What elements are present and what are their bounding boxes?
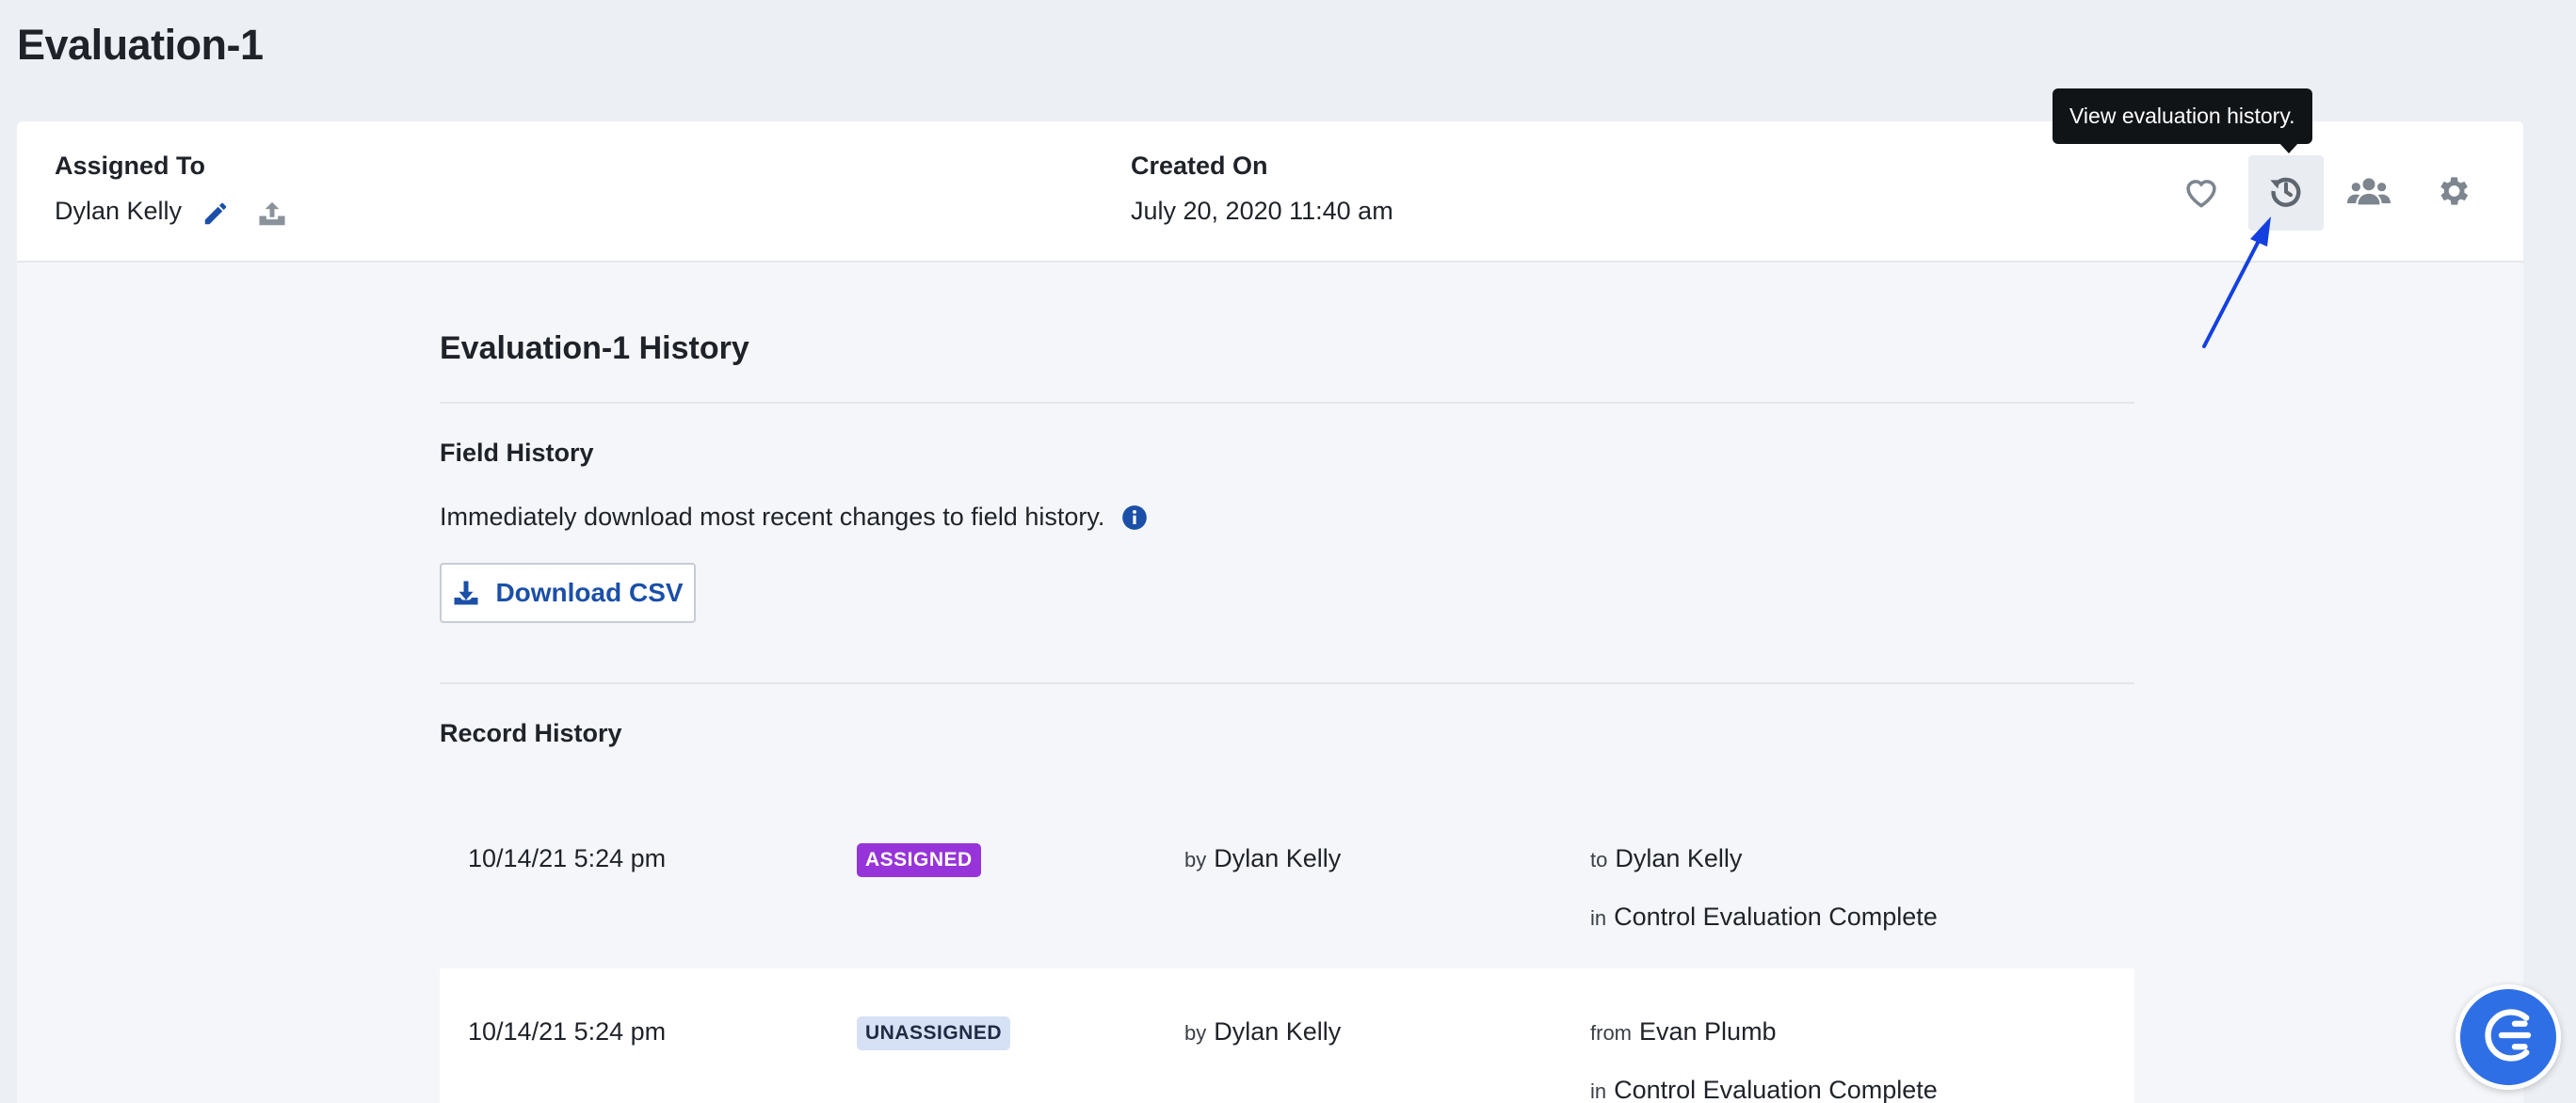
record-target: from Evan Plumb bbox=[1590, 1017, 1777, 1047]
to-prefix: to bbox=[1590, 848, 1608, 871]
divider bbox=[440, 682, 2134, 684]
info-icon[interactable] bbox=[1121, 504, 1148, 531]
history-row: 10/14/21 5:24 pm ASSIGNED by Dylan Kelly … bbox=[440, 795, 2134, 968]
field-history-text: Immediately download most recent changes… bbox=[440, 503, 1105, 531]
field-history-description: Immediately download most recent changes… bbox=[440, 503, 1148, 532]
in-prefix: in bbox=[1590, 1079, 1607, 1103]
by-prefix: by bbox=[1184, 848, 1207, 871]
record-date: 10/14/21 5:24 pm bbox=[468, 1017, 667, 1046]
settings-button[interactable] bbox=[2415, 155, 2490, 231]
location-value: Control Evaluation Complete bbox=[1614, 903, 1938, 931]
created-on-value: July 20, 2020 11:40 am bbox=[1131, 197, 1393, 225]
download-csv-button[interactable]: Download CSV bbox=[440, 563, 696, 623]
assigned-to-label: Assigned To bbox=[55, 152, 206, 180]
record-by: by Dylan Kelly bbox=[1184, 1017, 1341, 1047]
target-user: Evan Plumb bbox=[1639, 1017, 1777, 1046]
record-by: by Dylan Kelly bbox=[1184, 844, 1341, 873]
tooltip-arrow bbox=[2278, 142, 2299, 153]
evaluation-card: Assigned To Dylan Kelly Created On July … bbox=[17, 121, 2523, 1103]
upload-icon[interactable] bbox=[255, 197, 289, 231]
brand-logo-icon bbox=[2475, 1002, 2541, 1073]
created-on-label: Created On bbox=[1131, 152, 1268, 180]
history-row: 10/14/21 5:24 pm UNASSIGNED by Dylan Kell… bbox=[440, 968, 2134, 1103]
record-location: in Control Evaluation Complete bbox=[1590, 903, 1938, 932]
record-target: to Dylan Kelly bbox=[1590, 844, 1742, 873]
gear-icon bbox=[2434, 172, 2471, 215]
field-history-title: Field History bbox=[440, 439, 594, 467]
help-launcher-button[interactable] bbox=[2455, 984, 2561, 1090]
page-title: Evaluation-1 bbox=[17, 21, 264, 69]
annotation-arrow bbox=[2202, 216, 2271, 348]
record-date: 10/14/21 5:24 pm bbox=[468, 844, 667, 872]
download-icon bbox=[452, 579, 480, 607]
download-csv-label: Download CSV bbox=[495, 578, 684, 607]
pencil-icon[interactable] bbox=[199, 197, 233, 231]
assigned-to-value: Dylan Kelly bbox=[55, 197, 183, 225]
status-badge: UNASSIGNED bbox=[857, 1016, 1011, 1050]
users-icon bbox=[2347, 174, 2391, 213]
tooltip: View evaluation history. bbox=[2053, 88, 2312, 144]
divider bbox=[440, 402, 2134, 404]
by-user: Dylan Kelly bbox=[1214, 844, 1342, 872]
history-title: Evaluation-1 History bbox=[440, 330, 749, 366]
from-prefix: from bbox=[1590, 1021, 1632, 1045]
users-button[interactable] bbox=[2331, 155, 2407, 231]
record-location: in Control Evaluation Complete bbox=[1590, 1076, 1938, 1103]
location-value: Control Evaluation Complete bbox=[1614, 1076, 1938, 1103]
status-badge: ASSIGNED bbox=[857, 843, 981, 877]
by-prefix: by bbox=[1184, 1021, 1207, 1045]
by-user: Dylan Kelly bbox=[1214, 1017, 1342, 1046]
in-prefix: in bbox=[1590, 906, 1607, 930]
record-history-title: Record History bbox=[440, 719, 622, 747]
target-user: Dylan Kelly bbox=[1615, 844, 1743, 872]
